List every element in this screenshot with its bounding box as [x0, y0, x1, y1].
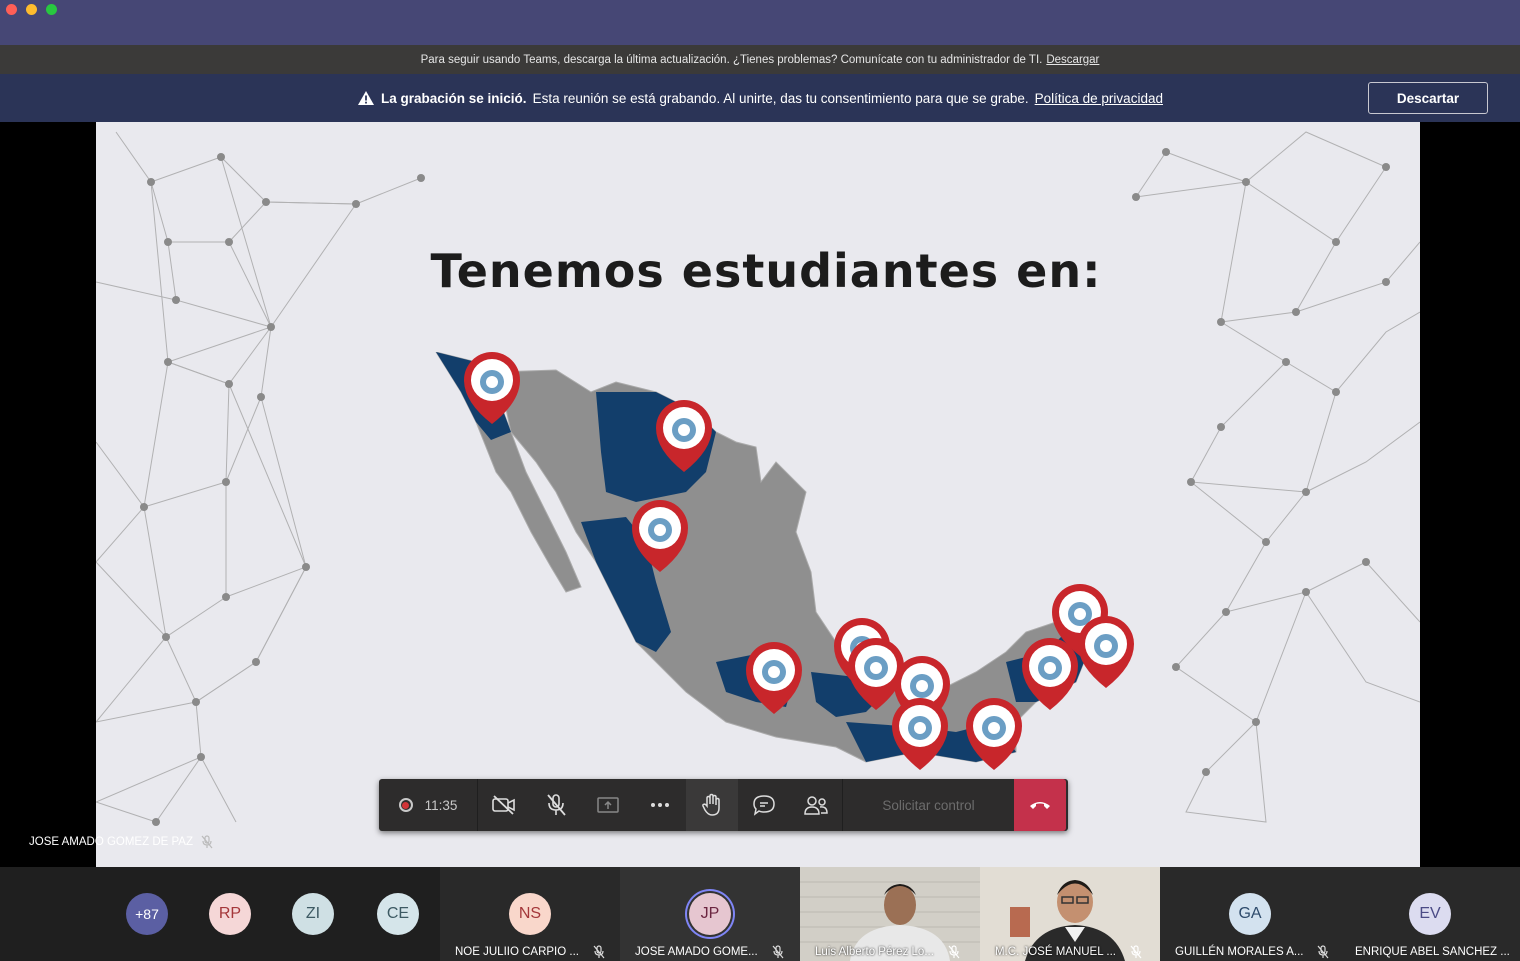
- hang-up-button[interactable]: [1014, 779, 1066, 831]
- participant-avatar[interactable]: ZI: [292, 893, 334, 935]
- participant-name: GUILLÉN MORALES A...: [1175, 946, 1304, 958]
- recording-started-label: La grabación se inició.: [381, 90, 527, 106]
- mic-off-icon: [1130, 945, 1142, 959]
- participant-avatar[interactable]: RP: [209, 893, 251, 935]
- request-control-button[interactable]: Solicitar control: [842, 779, 1014, 831]
- mic-off-icon: [1318, 945, 1329, 959]
- overflow-participants-badge[interactable]: +87: [126, 893, 168, 935]
- participant-video-tile[interactable]: Luis Alberto Pérez Lo...: [800, 867, 980, 961]
- warning-icon: [358, 91, 375, 105]
- more-options-icon: [651, 803, 669, 807]
- participant-avatar: NS: [509, 893, 551, 935]
- participant-name: JOSE AMADO GOME...: [635, 946, 758, 958]
- participant-label: Luis Alberto Pérez Lo...: [815, 945, 960, 959]
- mic-off-icon: [201, 835, 213, 849]
- participant-tile[interactable]: EV ENRIQUE ABEL SANCHEZ ...: [1340, 867, 1520, 961]
- participant-name: M.C. JOSÉ MANUEL ...: [995, 946, 1116, 958]
- participant-initials: EV: [1419, 905, 1441, 922]
- raise-hand-icon: [702, 793, 720, 816]
- update-banner-text: Para seguir usando Teams, descarga la úl…: [420, 53, 1043, 66]
- share-tray-icon: [597, 797, 619, 813]
- maximize-window-button[interactable]: [46, 4, 57, 15]
- participant-initials: RP: [218, 905, 242, 922]
- shared-slide: Tenemos estudiantes en:: [96, 122, 1420, 867]
- participant-tile[interactable]: NS NOE JULIIO CARPIO ...: [440, 867, 620, 961]
- mic-off-icon: [948, 945, 960, 959]
- mic-off-icon: [593, 945, 605, 959]
- more-actions-button[interactable]: [634, 779, 686, 831]
- recording-banner: La grabación se inició. Esta reunión se …: [0, 74, 1520, 122]
- overflow-count: +87: [135, 906, 159, 922]
- window-titlebar: [0, 0, 1520, 45]
- timer-text: 11:35: [424, 797, 458, 813]
- mexico-map: [435, 352, 1134, 770]
- recording-timer: 11:35: [379, 779, 478, 831]
- close-window-button[interactable]: [6, 4, 17, 15]
- hang-up-icon: [1030, 802, 1050, 809]
- participant-name: Luis Alberto Pérez Lo...: [815, 946, 934, 958]
- participant-tile-speaking[interactable]: JP JOSE AMADO GOME...: [620, 867, 800, 961]
- participant-initials: ZI: [305, 905, 321, 922]
- participant-avatar: EV: [1409, 893, 1451, 935]
- update-banner: Para seguir usando Teams, descarga la úl…: [0, 45, 1520, 74]
- share-screen-button[interactable]: [582, 779, 634, 831]
- recording-indicator-icon: [398, 798, 413, 812]
- presenter-label: JOSE AMADO GOMEZ DE PAZ: [29, 835, 213, 849]
- meeting-controls: 11:35 Solicitar control: [379, 779, 1068, 831]
- camera-toggle-button[interactable]: [478, 779, 530, 831]
- participant-name: ENRIQUE ABEL SANCHEZ ...: [1355, 946, 1510, 958]
- participant-initials: NS: [518, 905, 542, 922]
- participant-tile[interactable]: GA GUILLÉN MORALES A...: [1160, 867, 1340, 961]
- mic-off-icon: [772, 945, 784, 959]
- chat-icon: [753, 795, 775, 816]
- participant-name: NOE JULIIO CARPIO ...: [455, 946, 579, 958]
- privacy-policy-link[interactable]: Política de privacidad: [1035, 91, 1163, 106]
- people-icon: [804, 796, 828, 815]
- participant-label: M.C. JOSÉ MANUEL ...: [995, 945, 1142, 959]
- participant-label: GUILLÉN MORALES A...: [1175, 945, 1329, 959]
- raise-hand-button[interactable]: [686, 779, 738, 831]
- shared-screen-stage: Tenemos estudiantes en: JOSE AMADO GOMEZ…: [0, 122, 1520, 867]
- presenter-name: JOSE AMADO GOMEZ DE PAZ: [29, 836, 194, 848]
- participant-label: ENRIQUE ABEL SANCHEZ ...: [1355, 945, 1520, 959]
- participant-initials: CE: [386, 905, 410, 922]
- dismiss-button[interactable]: Descartar: [1368, 82, 1488, 114]
- participant-avatar: JP: [689, 893, 731, 935]
- participant-initials: GA: [1238, 905, 1262, 922]
- participant-label: NOE JULIIO CARPIO ...: [455, 945, 605, 959]
- camera-off-icon: [492, 795, 515, 815]
- participant-video-tile[interactable]: M.C. JOSÉ MANUEL ...: [980, 867, 1160, 961]
- mic-toggle-button[interactable]: [530, 779, 582, 831]
- download-link[interactable]: Descargar: [1046, 54, 1099, 66]
- participant-avatar[interactable]: CE: [377, 893, 419, 935]
- recording-notice-text: Esta reunión se está grabando. Al unirte…: [532, 90, 1029, 106]
- participants-strip: +87 RP ZI CE NS NOE JULIIO CARPIO ... JP…: [0, 867, 1520, 961]
- participant-label: JOSE AMADO GOME...: [635, 945, 784, 959]
- participants-button[interactable]: [790, 779, 842, 831]
- participant-avatar: GA: [1229, 893, 1271, 935]
- chat-button[interactable]: [738, 779, 790, 831]
- slide-title: Tenemos estudiantes en:: [430, 244, 1102, 298]
- minimize-window-button[interactable]: [26, 4, 37, 15]
- microphone-off-icon: [547, 794, 566, 816]
- participant-initials: JP: [700, 905, 720, 922]
